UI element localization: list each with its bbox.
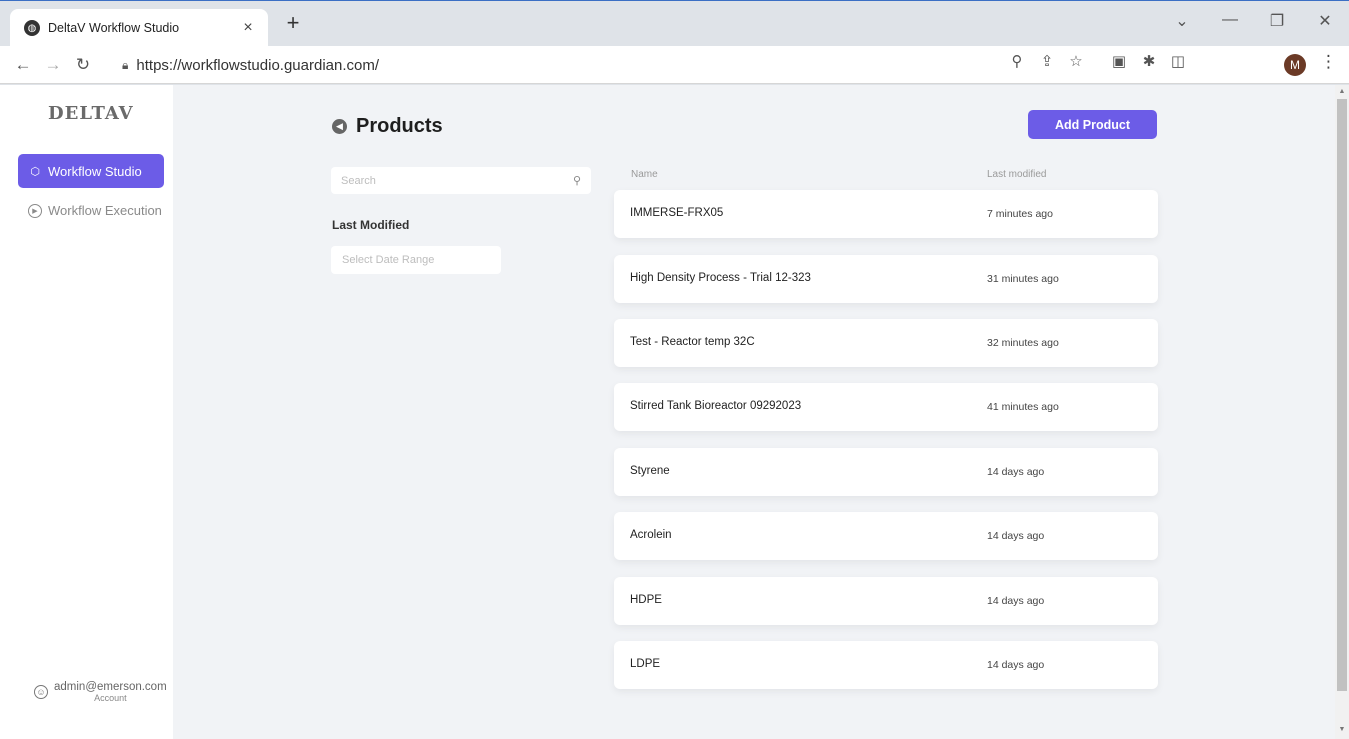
- lock-icon: 🔒︎: [122, 57, 129, 72]
- sidebar-item-workflow-execution[interactable]: ▶ Workflow Execution: [28, 203, 162, 218]
- back-icon[interactable]: ←: [8, 55, 38, 75]
- scroll-down-icon[interactable]: ▼: [1335, 726, 1349, 733]
- product-row[interactable]: Test - Reactor temp 32C 32 minutes ago: [614, 319, 1158, 367]
- browser-tab[interactable]: ◍ DeltaV Workflow Studio ×: [10, 9, 268, 47]
- user-icon: ☺: [34, 685, 48, 699]
- product-row[interactable]: Stirred Tank Bioreactor 09292023 41 minu…: [614, 383, 1158, 431]
- globe-icon: ◍: [24, 20, 40, 36]
- profile-avatar[interactable]: M: [1284, 54, 1306, 76]
- search-input[interactable]: [341, 174, 573, 187]
- cube-icon: ⬡: [30, 165, 40, 178]
- zoom-icon[interactable]: ⚲: [1005, 52, 1029, 70]
- product-row[interactable]: Acrolein 14 days ago: [614, 512, 1158, 560]
- minimize-icon[interactable]: —: [1215, 11, 1245, 29]
- page-title: ◀ Products: [332, 115, 443, 138]
- product-name: HDPE: [630, 594, 662, 606]
- search-icon[interactable]: ⚲: [573, 174, 581, 187]
- tab-title: DeltaV Workflow Studio: [48, 21, 180, 35]
- tab-search-chevron-icon[interactable]: ⌄: [1167, 11, 1197, 31]
- scroll-up-icon[interactable]: ▲: [1335, 88, 1349, 95]
- date-range-picker[interactable]: Select Date Range: [331, 246, 501, 274]
- sidebar: DELTAV ⬡ Workflow Studio ▶ Workflow Exec…: [0, 85, 173, 739]
- product-name: Acrolein: [630, 529, 672, 541]
- new-tab-button[interactable]: +: [280, 10, 306, 36]
- account-email: admin@emerson.com: [54, 681, 167, 693]
- sidebar-item-label: Workflow Studio: [48, 163, 142, 179]
- search-field[interactable]: ⚲: [331, 167, 591, 194]
- tab-close-icon[interactable]: ×: [238, 19, 258, 37]
- product-name: LDPE: [630, 658, 661, 670]
- sidebar-item-label: Workflow Execution: [48, 203, 162, 218]
- sidepanel-icon[interactable]: ◫: [1166, 52, 1190, 70]
- product-row[interactable]: IMMERSE-FRX05 7 minutes ago: [614, 190, 1158, 238]
- product-row[interactable]: High Density Process - Trial 12-323 31 m…: [614, 255, 1158, 303]
- page-title-text: Products: [356, 115, 443, 137]
- sidebar-item-workflow-studio[interactable]: ⬡ Workflow Studio: [18, 154, 164, 188]
- product-modified: 31 minutes ago: [987, 273, 1059, 285]
- url-text[interactable]: https://workflowstudio.guardian.com/: [136, 57, 379, 74]
- page-scrollbar[interactable]: ▲ ▼: [1335, 85, 1349, 739]
- column-header-modified: Last modified: [987, 169, 1047, 180]
- product-modified: 32 minutes ago: [987, 337, 1059, 349]
- product-name: High Density Process - Trial 12-323: [630, 272, 811, 284]
- product-modified: 41 minutes ago: [987, 401, 1059, 413]
- product-name: Styrene: [630, 465, 670, 477]
- scroll-thumb[interactable]: [1337, 99, 1347, 691]
- product-modified: 7 minutes ago: [987, 208, 1053, 220]
- restore-icon[interactable]: ❐: [1262, 11, 1292, 31]
- product-row[interactable]: HDPE 14 days ago: [614, 577, 1158, 625]
- product-modified: 14 days ago: [987, 466, 1045, 478]
- product-row[interactable]: Styrene 14 days ago: [614, 448, 1158, 496]
- window-close-icon[interactable]: ✕: [1310, 11, 1340, 31]
- filter-label: Last Modified: [332, 218, 410, 232]
- forward-icon[interactable]: →: [38, 55, 68, 75]
- column-header-name: Name: [631, 169, 658, 180]
- account-section[interactable]: ☺ admin@emerson.com Account: [34, 681, 167, 703]
- product-modified: 14 days ago: [987, 595, 1045, 607]
- play-circle-icon: ▶: [28, 203, 42, 218]
- app-content: DELTAV ⬡ Workflow Studio ▶ Workflow Exec…: [0, 85, 1349, 739]
- share-icon[interactable]: ⇪: [1035, 52, 1059, 70]
- browser-tab-bar: ◍ DeltaV Workflow Studio × + ⌄ — ❐ ✕: [0, 0, 1349, 47]
- star-icon[interactable]: ☆: [1064, 52, 1088, 70]
- browser-menu-icon[interactable]: ⋮: [1320, 52, 1337, 72]
- product-modified: 14 days ago: [987, 530, 1045, 542]
- product-name: IMMERSE-FRX05: [630, 207, 724, 219]
- product-name: Test - Reactor temp 32C: [630, 336, 755, 348]
- puzzle-icon[interactable]: ✱: [1137, 52, 1161, 70]
- product-name: Stirred Tank Bioreactor 09292023: [630, 400, 802, 412]
- deltav-logo: DELTAV: [48, 103, 134, 124]
- product-row[interactable]: LDPE 14 days ago: [614, 641, 1158, 689]
- extension-icon[interactable]: ▣: [1107, 52, 1131, 70]
- back-arrow-icon[interactable]: ◀: [332, 119, 347, 134]
- product-modified: 14 days ago: [987, 659, 1045, 671]
- account-label: Account: [94, 693, 127, 703]
- reload-icon[interactable]: ↻: [68, 55, 98, 75]
- add-product-button[interactable]: Add Product: [1028, 110, 1157, 139]
